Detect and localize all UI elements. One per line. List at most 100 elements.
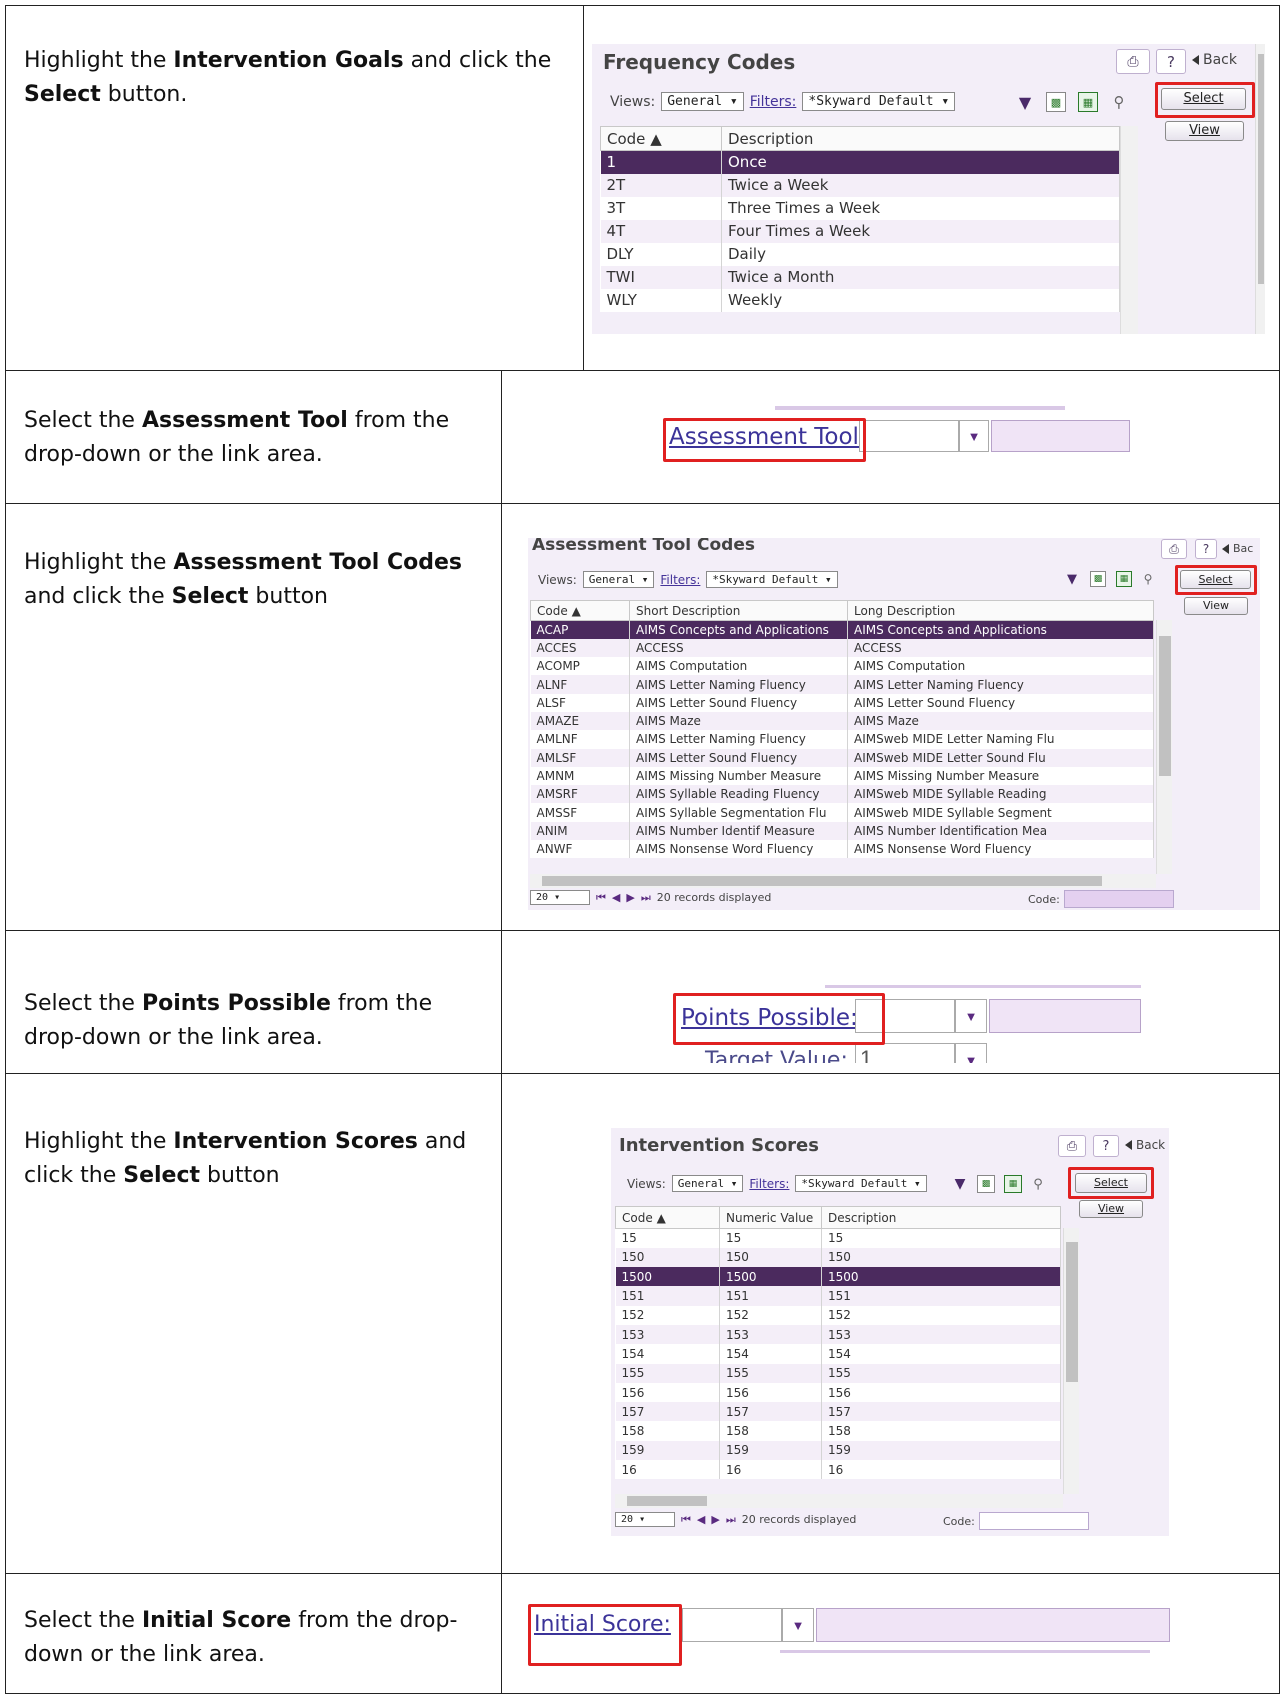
print-icon[interactable]: ⎙ [1116, 49, 1150, 74]
table-row[interactable]: AMAZE AIMS Maze AIMS Maze [530, 711, 1154, 731]
views-dropdown[interactable]: General [582, 571, 655, 588]
views-dropdown[interactable]: General [661, 92, 744, 111]
table-row[interactable]: WLY Weekly [600, 288, 1120, 312]
table-row[interactable]: 153 153 153 [615, 1324, 1061, 1345]
help-button[interactable]: ? [1093, 1135, 1119, 1157]
chevron-down-icon[interactable]: ▼ [959, 420, 989, 452]
filters-link[interactable]: Filters: [660, 573, 700, 587]
table-row[interactable]: 2T Twice a Week [600, 173, 1120, 197]
chevron-down-icon[interactable]: ▼ [955, 999, 987, 1033]
filter-icon[interactable]: ▼ [951, 1175, 969, 1193]
table-row[interactable]: 159 159 159 [615, 1440, 1061, 1461]
table-row[interactable]: ACOMP AIMS Computation AIMS Computation [530, 657, 1154, 676]
table-row[interactable]: ANWF AIMS Nonsense Word Fluency AIMS Nonse… [530, 840, 1154, 859]
print-preview-icon[interactable]: ⚲ [1140, 571, 1156, 587]
filters-link[interactable]: Filters: [749, 1177, 789, 1191]
column-header-code[interactable]: Code ▲ [615, 1206, 720, 1229]
target-value-input[interactable]: 1 [855, 1043, 955, 1063]
column-header-code[interactable]: Code ▲ [600, 126, 722, 151]
table-row[interactable]: 150 150 150 [615, 1247, 1061, 1268]
page-size-dropdown[interactable]: 20 [530, 890, 590, 905]
vertical-scrollbar[interactable] [1156, 620, 1172, 874]
table-row[interactable]: DLY Daily [600, 242, 1120, 266]
table-row[interactable]: TWI Twice a Month [600, 265, 1120, 289]
view-button[interactable]: View [1165, 121, 1244, 141]
table-row[interactable]: AMLSF AIMS Letter Sound Fluency AIMSweb MI… [530, 748, 1154, 767]
hscroll-thumb[interactable] [542, 876, 1102, 886]
filter-icon[interactable]: ▼ [1015, 92, 1035, 112]
prev-page-icon[interactable]: ◀ [697, 1513, 705, 1526]
export-icon[interactable]: ▦ [1078, 92, 1098, 112]
scroll-thumb[interactable] [1066, 1242, 1078, 1382]
scroll-thumb[interactable] [1159, 636, 1171, 776]
table-row[interactable]: 3T Three Times a Week [600, 196, 1120, 220]
table-row[interactable]: AMSRF AIMS Syllable Reading Fluency AIMSwe… [530, 785, 1154, 804]
first-page-icon[interactable]: ⏮ [681, 1513, 691, 1527]
table-row[interactable]: AMLNF AIMS Letter Naming Fluency AIMSweb M… [530, 730, 1154, 749]
table-row[interactable]: ACCES ACCESS ACCESS [530, 638, 1154, 658]
column-header-long-description[interactable]: Long Description [847, 600, 1154, 621]
assessment-tool-input[interactable] [859, 420, 959, 452]
view-button[interactable]: View [1079, 1200, 1143, 1218]
filters-link[interactable]: Filters: [750, 94, 797, 110]
table-row[interactable]: 15 15 15 [615, 1228, 1061, 1248]
back-button[interactable]: Back [1125, 1138, 1165, 1152]
chart-icon[interactable]: ▩ [1046, 92, 1066, 112]
horizontal-scrollbar[interactable] [530, 874, 1156, 888]
table-row[interactable]: 151 151 151 [615, 1286, 1061, 1306]
print-preview-icon[interactable]: ⚲ [1109, 92, 1129, 112]
filter-icon[interactable]: ▼ [1064, 571, 1080, 587]
column-header-description[interactable]: Description [821, 1206, 1061, 1229]
help-button[interactable]: ? [1195, 539, 1217, 559]
column-header-description[interactable]: Description [721, 126, 1120, 151]
last-page-icon[interactable]: ⏭ [726, 1513, 736, 1527]
prev-page-icon[interactable]: ◀ [612, 891, 620, 904]
view-button[interactable]: View [1184, 597, 1248, 615]
vertical-scrollbar[interactable] [1063, 1228, 1079, 1494]
export-icon[interactable]: ▦ [1004, 1175, 1022, 1193]
chevron-down-icon[interactable]: ▼ [782, 1608, 814, 1642]
filters-dropdown[interactable]: *Skyward Default [706, 571, 838, 588]
next-page-icon[interactable]: ▶ [711, 1513, 719, 1526]
hscroll-thumb[interactable] [627, 1496, 707, 1506]
filters-dropdown[interactable]: *Skyward Default [802, 92, 956, 111]
table-row[interactable]: 4T Four Times a Week [600, 219, 1120, 243]
help-button[interactable]: ? [1156, 49, 1186, 74]
table-row[interactable]: 16 16 16 [615, 1460, 1061, 1480]
chart-icon[interactable]: ▩ [1090, 571, 1106, 587]
table-row[interactable]: 152 152 152 [615, 1305, 1061, 1325]
page-size-dropdown[interactable]: 20 [615, 1512, 675, 1527]
column-header-code[interactable]: Code ▲ [530, 600, 630, 621]
export-icon[interactable]: ▦ [1116, 571, 1132, 587]
table-row[interactable]: 156 156 156 [615, 1382, 1061, 1403]
table-row[interactable]: AMSSF AIMS Syllable Segmentation Flu AIMSw… [530, 803, 1154, 822]
back-button[interactable]: Back [1192, 52, 1237, 68]
table-row[interactable]: 1 Once [600, 150, 1120, 174]
table-row[interactable]: AMNM AIMS Missing Number Measure AIMS Miss… [530, 766, 1154, 786]
code-input[interactable] [978, 1512, 1089, 1530]
filters-dropdown[interactable]: *Skyward Default [795, 1175, 927, 1192]
print-preview-icon[interactable]: ⚲ [1029, 1175, 1047, 1193]
views-dropdown[interactable]: General [671, 1175, 744, 1192]
print-icon[interactable]: ⎙ [1058, 1135, 1086, 1157]
table-row[interactable]: 157 157 157 [615, 1402, 1061, 1422]
code-input[interactable] [1063, 890, 1174, 908]
table-row[interactable]: 1500 1500 1500 [615, 1267, 1061, 1287]
table-row[interactable]: ALSF AIMS Letter Sound Fluency AIMS Letter… [530, 693, 1154, 712]
vertical-scrollbar[interactable] [1120, 126, 1138, 334]
chart-icon[interactable]: ▩ [977, 1175, 995, 1193]
last-page-icon[interactable]: ⏭ [641, 891, 651, 905]
print-icon[interactable]: ⎙ [1161, 539, 1187, 559]
panel-scrollbar[interactable] [1255, 44, 1265, 334]
initial-score-input[interactable] [682, 1608, 782, 1642]
table-row[interactable]: 154 154 154 [615, 1344, 1061, 1364]
table-row[interactable]: ALNF AIMS Letter Naming Fluency AIMS Lette… [530, 675, 1154, 694]
table-row[interactable]: ANIM AIMS Number Identif Measure AIMS Numb… [530, 821, 1154, 841]
table-row[interactable]: ACAP AIMS Concepts and Applications AIMS C… [530, 620, 1154, 639]
back-button[interactable]: Bac [1222, 542, 1253, 555]
first-page-icon[interactable]: ⏮ [596, 891, 606, 905]
chevron-down-icon-2[interactable]: ▼ [955, 1043, 987, 1063]
table-row[interactable]: 158 158 158 [615, 1421, 1061, 1441]
panel-scroll-thumb[interactable] [1258, 54, 1264, 284]
table-row[interactable]: 155 155 155 [615, 1363, 1061, 1383]
